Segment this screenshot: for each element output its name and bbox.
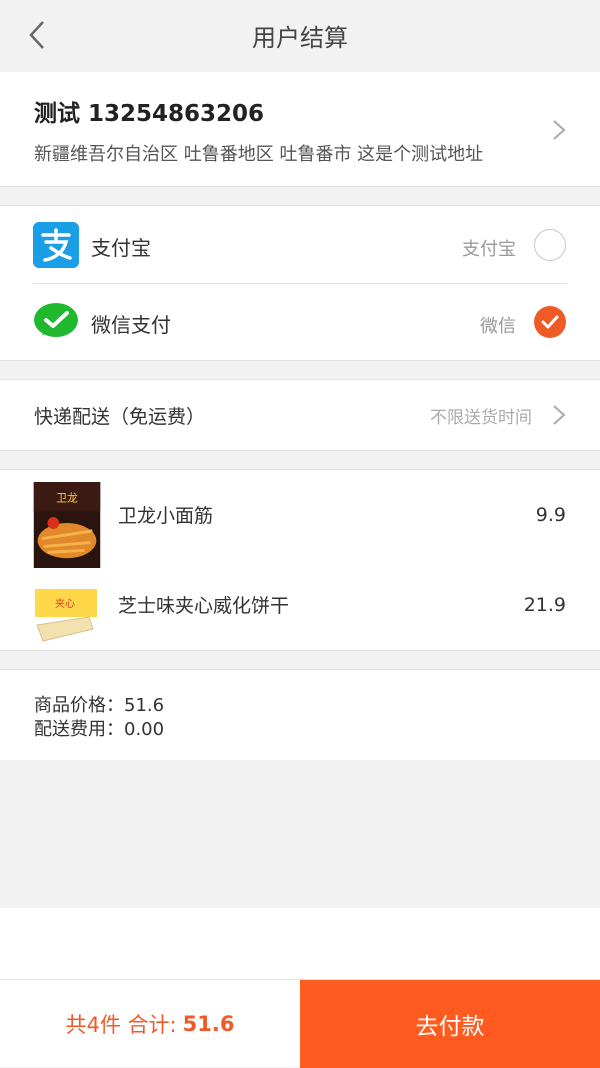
goods-list: 卫龙 卫龙小面筋 9.9 夹心 芝士味夹心威化饼干 21.9	[0, 469, 600, 651]
checkout-bar: 共4件 合计: 51.6 去付款	[0, 979, 600, 1068]
product-image: 夹心	[33, 585, 101, 649]
svg-text:卫龙: 卫龙	[56, 492, 78, 505]
payment-short-name: 微信	[480, 316, 516, 337]
total-amount: 51.6	[182, 1012, 235, 1036]
delivery-option[interactable]: 快递配送（免运费） 不限送货时间	[0, 379, 600, 451]
shipping-fee-text: 配送费用：0.00	[34, 719, 165, 740]
wechat-icon	[34, 303, 78, 337]
payment-option-alipay[interactable]: 支付宝 支付宝	[0, 206, 600, 283]
address-card[interactable]: 测试 13254863206 新疆维吾尔自治区 吐鲁番地区 吐鲁番市 这是个测试…	[0, 72, 600, 187]
svg-text:夹心: 夹心	[55, 597, 75, 610]
order-total: 共4件 合计: 51.6	[0, 980, 300, 1068]
delivery-time: 不限送货时间	[430, 408, 532, 428]
product-image: 卫龙	[33, 482, 101, 568]
chevron-right-icon	[553, 405, 566, 425]
page-title: 用户结算	[252, 23, 348, 52]
back-icon[interactable]	[22, 20, 52, 50]
product-price: 21.9	[523, 594, 566, 616]
checkmark-icon	[541, 315, 559, 329]
recipient-name-phone: 测试 13254863206	[34, 101, 265, 127]
goods-price-text: 商品价格：51.6	[34, 695, 165, 716]
payment-methods: 支付宝 支付宝 微信支付 微信	[0, 205, 600, 361]
radio-checked-icon[interactable]	[534, 306, 566, 338]
delivery-label: 快递配送（免运费）	[34, 406, 206, 428]
product-price: 9.9	[535, 504, 566, 526]
radio-unchecked-icon[interactable]	[534, 229, 566, 261]
product-name: 芝士味夹心威化饼干	[118, 595, 290, 617]
payment-option-wechat[interactable]: 微信支付 微信	[0, 283, 600, 360]
item-count-label: 共4件 合计:	[65, 1013, 177, 1037]
list-item[interactable]: 卫龙 卫龙小面筋 9.9	[0, 470, 600, 568]
chevron-right-icon	[553, 120, 566, 140]
payment-label: 微信支付	[91, 313, 171, 337]
pay-button[interactable]: 去付款	[300, 980, 600, 1068]
address-detail: 新疆维吾尔自治区 吐鲁番地区 吐鲁番市 这是个测试地址	[34, 144, 484, 165]
payment-short-name: 支付宝	[462, 239, 516, 260]
product-name: 卫龙小面筋	[118, 505, 214, 527]
alipay-icon	[33, 222, 79, 268]
list-item[interactable]: 夹心 芝士味夹心威化饼干 21.9	[0, 560, 600, 650]
price-summary: 商品价格：51.6 配送费用：0.00	[0, 669, 600, 760]
top-bar: 用户结算	[0, 0, 600, 70]
payment-label: 支付宝	[91, 236, 151, 260]
